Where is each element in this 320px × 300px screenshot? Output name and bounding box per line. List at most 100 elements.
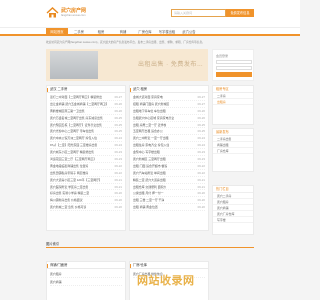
list-item[interactable]: 梅川镇新房出售 价格面议 06-20 [50,197,122,205]
list-item-date: 06-26 [114,101,122,106]
list-item-title: 精装二室 武穴大道旁出租 [133,177,166,182]
list-item-date: 06-26 [114,108,122,113]
list-item[interactable]: 武穴租房 [50,270,122,278]
list-item[interactable]: 蓝灯二中对面【二室两厅两卫】精装修出 06-27 [50,94,122,101]
hot-panel: 热门栏目 武穴二手房 武穴租房 武穴商铺 武穴厂房仓库 写字楼 [212,185,254,235]
list-item-title: 出租 商铺 黄金位置 [133,205,158,210]
list-item[interactable]: 出租 门面 适合开超市 餐馆 06-22 [133,163,205,170]
nav-item-factory[interactable]: 厂房仓库 [134,28,156,36]
latest-panel: 最新发布 二手房出售 商铺出租 厂房仓库 [212,128,254,172]
hot-title: 热门栏目 [213,186,253,193]
category-panel: 租房专区 二手房 出租房 [212,85,254,125]
list-item-title: 武穴大道旁小区三室 120平【三室两厅】 [50,177,102,182]
list-item[interactable]: 公寓出租 月付 押一付一 06-20 [133,190,205,198]
nav-item-notice[interactable]: 武穴公告 [178,28,200,36]
list-item[interactable]: 出租地下停车位 车位出租 06-26 [133,108,205,115]
main-nav: 网站首页 二手房 租房 商铺 厂房仓库 写字楼出租 武穴公告 [0,27,300,36]
list-item-date: 06-25 [114,129,122,134]
list-item[interactable]: 武穴汽车站附近 单间出租 06-22 [133,170,205,177]
list-item-title: 急租武穴中心区域 家具家电齐全 [133,115,175,120]
list-item-title: 武穴新城区 三室两厅出租 [133,157,166,162]
login-button[interactable] [216,72,252,77]
list-item-date: 06-21 [114,184,122,189]
list-item[interactable]: 出租仓库 交通便利 面积大 06-21 [133,184,205,191]
list-item[interactable]: 武穴商铺 [50,278,122,286]
list-item[interactable]: 招租 商铺门面房 武穴新城区 06-27 [133,101,205,108]
list-item-date: 06-23 [114,150,122,155]
list-item[interactable]: 出售田镇私房带院子 两层楼房 06-22 [50,170,122,177]
post-info-button[interactable]: 免费发布信息 [226,9,254,17]
list-item-title: 好房出售 实验小学旁 精装二室 [50,191,90,196]
list-item-title: 公寓出租 月付 押一付一 [133,191,164,196]
list-item[interactable]: 武穴新城区 三室两厅出租 06-23 [133,156,205,163]
list-item[interactable]: 金城大道对面 家具家电 06-27 [133,94,205,101]
username-field[interactable] [216,60,252,64]
list-item[interactable]: 武穴光谷中心二室两厅 带车位出售 06-25 [50,128,122,136]
list-item[interactable]: 黄金地段临街商铺出售 位置好 06-22 [50,163,122,170]
list-item-date: 06-20 [114,191,122,196]
list-item[interactable]: 急租武穴中心区域 家具家电齐全 06-26 [133,115,205,122]
panel-title: 武汉 二手房 [47,86,125,93]
list-item[interactable]: 出让金商铺 武穴五金城商铺【二室两厅两卫】 06-26 [50,101,122,108]
list-item[interactable]: 精装二室 武穴大道旁出租 06-21 [133,177,205,184]
search-input[interactable]: 请输入关键词 [171,9,226,17]
panel-title: 武穴 租房 [130,86,208,93]
banner-slogan: 出租出售 · 免费发布… [138,62,204,68]
list-item-date: 06-25 [197,122,205,127]
list-item-date: 06-25 [114,122,122,127]
nav-item-home[interactable]: 网站首页 [46,28,68,36]
site-logo[interactable]: 武穴房产网 fangchan.wuxue.com [46,7,86,18]
list-item-title: 梅川镇新房出售 价格面议 [50,198,83,203]
list-item[interactable]: 武穴新城二室 急售 价格可谈 06-20 [50,204,122,212]
list-item-title: 武穴医院附近 学区房二室出售 [50,184,89,189]
list-item[interactable]: 黄鹤楼城区南三路一卫出售 06-26 [50,108,122,115]
nav-item-shops[interactable]: 商铺 [112,28,134,36]
list-item-date: 06-21 [114,177,122,182]
list-item-date: 06-26 [197,115,205,120]
list-item[interactable]: 五室两厅出租 适合办公 06-25 [133,128,205,136]
list-item[interactable]: 武穴中央公馆万洲二室两厅 拎包入住 06-24 [50,135,122,143]
nav-item-second-hand[interactable]: 二手房 [68,28,90,36]
list-item[interactable]: 武穴城东小区二室两厅 精装修出售 06-23 [50,149,122,157]
list-item-date: 06-20 [197,205,205,210]
latest-title: 最新发布 [213,129,253,136]
nav-item-office[interactable]: 写字楼出租 [156,28,178,36]
shops-panel: 商铺/门面房 武穴租房 武穴商铺 [46,261,126,300]
list-item-title: 出租 门面 适合开超市 餐馆 [133,163,168,168]
list-item-date: 06-24 [197,143,205,148]
list-item-title: 黄鹤楼城区南三路一卫出售 [50,108,85,113]
list-item[interactable]: 武穴万盛名城二室两厅出售 房东诚意出售 06-25 [50,115,122,122]
list-item[interactable]: 97㎡【二室】阳光家园 三室楼房出售 06-24 [50,142,122,150]
listing-list: 金城大道对面 家具家电 06-27 招租 商铺门面房 武穴新城区 06-27 出租地下停… [130,93,208,212]
list-item[interactable]: 好房出售 实验小学旁 精装二室 06-20 [50,190,122,198]
nav-item-rent[interactable]: 租房 [90,28,112,36]
house-icon [46,7,59,18]
list-item-title: 金鹭中心 写字楼出租 [133,150,160,155]
site-notice: 欢迎访问武穴房产网(fangchan.wuxue.com)，武穴最大的房产信息发… [46,41,205,44]
listing-list: 蓝灯二中对面【二室两厅两卫】精装修出 06-27 出让金商铺 武穴五金城商铺【二室两… [47,93,125,212]
list-item-date: 06-25 [114,115,122,120]
list-item[interactable]: 武穴二中附近 一室一厅出租 06-24 [133,135,205,143]
watermark-text: 网站收录网 [137,275,195,287]
list-item[interactable]: 出租住房 家电齐全 拎包入住 06-24 [133,142,205,150]
list-item[interactable]: 武穴大道旁小区三室 120平【三室两厅】 06-21 [50,177,122,184]
list-item[interactable]: 武穴医院附近 学区房二室出售 06-21 [50,184,122,191]
list-item-title: 鸿运花园三室二厅【三室两厅两卫】 [50,157,97,162]
list-item[interactable]: 出租 商铺 黄金位置 06-20 [133,204,205,212]
list-item[interactable]: 鸿运花园三室二厅【三室两厅两卫】 06-23 [50,156,122,163]
list-item[interactable]: 金鹭中心 写字楼出租 06-23 [133,149,205,157]
side-link[interactable]: 出租房 [213,99,253,105]
side-link[interactable]: 厂房仓库 [213,148,253,154]
password-field[interactable] [216,66,252,70]
list-item-date: 06-21 [197,177,205,182]
list-item-title: 武穴光谷中心二室两厅 带车位出售 [50,129,95,134]
list-item[interactable]: 武穴鹭园五栋【二室两厅】证件齐全出售 06-25 [50,122,122,129]
list-item[interactable]: 出租 三楼 二室一厅 干净 06-20 [133,197,205,205]
list-item-title: 武穴商铺 [50,280,62,284]
list-item-date: 06-20 [114,198,122,203]
list-item-date: 06-23 [197,157,205,162]
list-item-title: 武穴城东小区二室两厅 精装修出售 [50,150,95,155]
hero-banner[interactable]: 出租出售 · 免费发布… [46,49,208,81]
side-link[interactable]: 写字楼 [213,217,253,223]
list-item[interactable]: 出租 房屋二室一厅 近学校 06-25 [133,122,205,129]
